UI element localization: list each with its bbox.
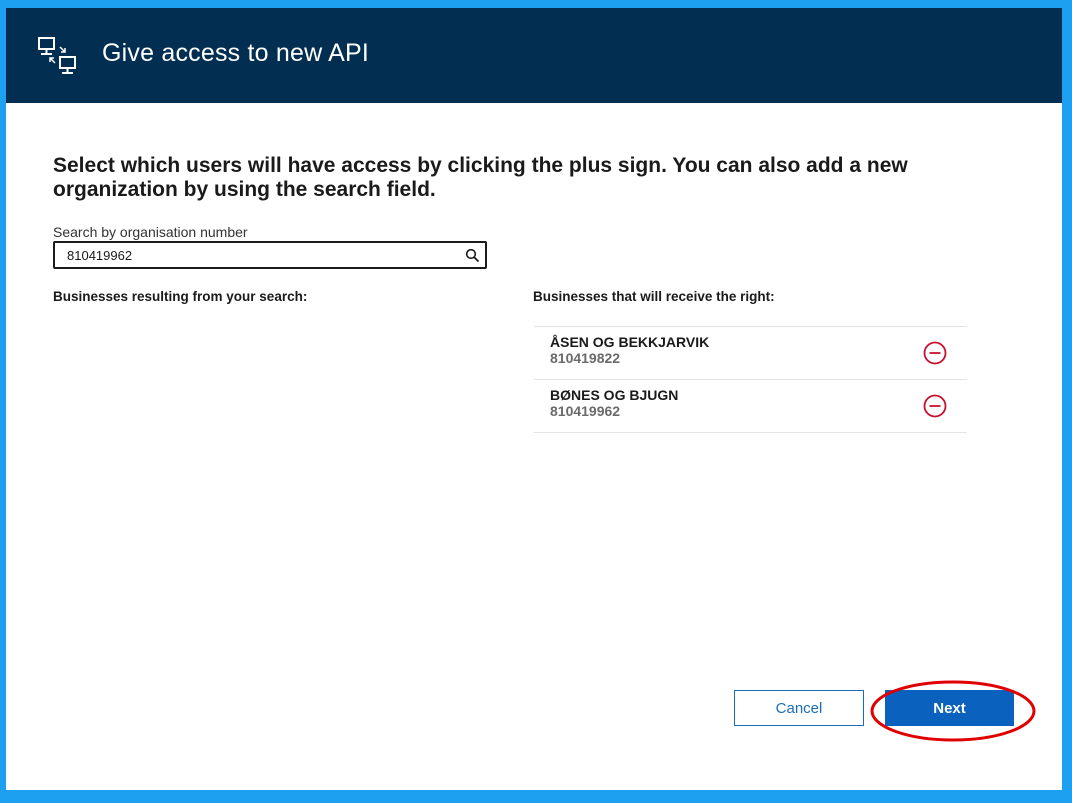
search-label: Search by organisation number: [53, 224, 248, 240]
dialog-header: Give access to new API: [6, 8, 1062, 103]
api-access-icon: [38, 37, 76, 74]
organisation-number: 810419822: [550, 350, 621, 366]
recipients-list: ÅSEN OG BEKKJARVIK 810419822 BØNES OG BJ…: [534, 326, 967, 433]
recipients-heading: Businesses that will receive the right:: [533, 289, 775, 304]
remove-circle-icon[interactable]: [923, 341, 947, 365]
search-results-heading: Businesses resulting from your search:: [53, 289, 308, 304]
search-input[interactable]: [55, 243, 462, 267]
instructions-text: Select which users will have access by c…: [53, 154, 908, 201]
search-field[interactable]: [53, 241, 487, 269]
list-item: BØNES OG BJUGN 810419962: [534, 380, 967, 433]
business-name: ÅSEN OG BEKKJARVIK: [550, 334, 710, 350]
list-item: ÅSEN OG BEKKJARVIK 810419822: [534, 327, 967, 380]
cancel-button[interactable]: Cancel: [734, 690, 864, 726]
search-icon[interactable]: [465, 248, 480, 263]
business-name: BØNES OG BJUGN: [550, 387, 679, 403]
dialog-window: Give access to new API Select which user…: [6, 8, 1062, 790]
organisation-number: 810419962: [550, 403, 621, 419]
next-button[interactable]: Next: [885, 690, 1014, 726]
dialog-title: Give access to new API: [102, 39, 370, 67]
remove-circle-icon[interactable]: [923, 394, 947, 418]
